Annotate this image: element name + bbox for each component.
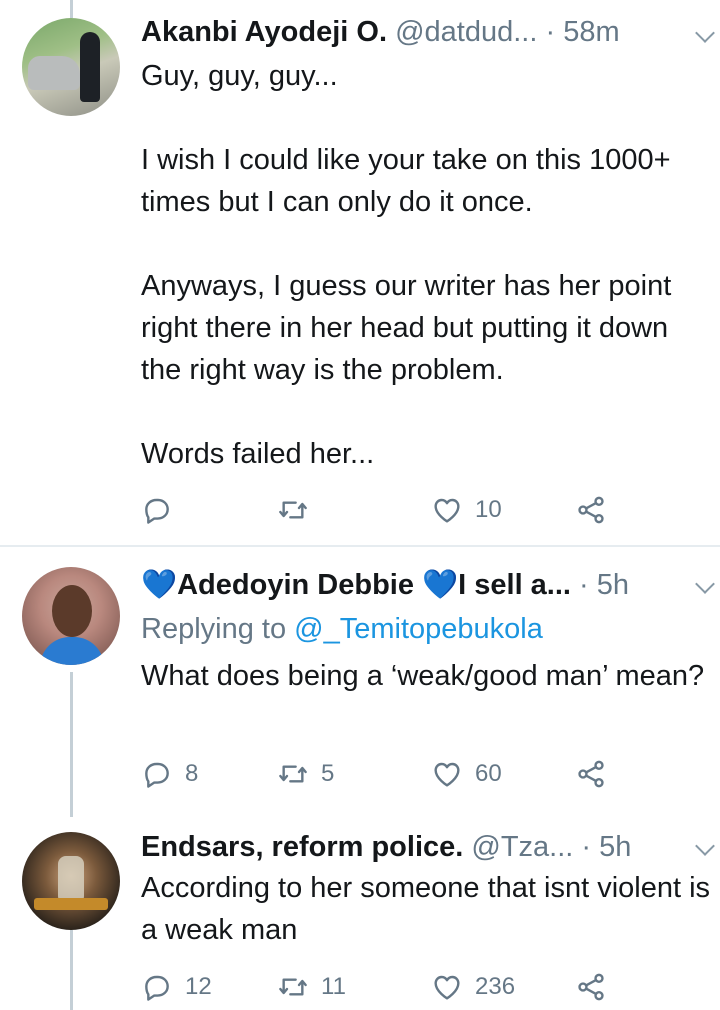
timestamp[interactable]: 5h bbox=[597, 569, 629, 601]
reply-count: 12 bbox=[185, 973, 212, 1000]
retweet-count: 11 bbox=[321, 973, 346, 1000]
display-name[interactable]: Endsars, reform police. bbox=[141, 831, 463, 863]
tweet-text: Guy, guy, guy... I wish I could like you… bbox=[141, 60, 672, 470]
tweet-text: What does being a ‘weak/good man’ mean? bbox=[141, 660, 705, 692]
like-button[interactable]: 10 bbox=[431, 490, 502, 530]
retweet-button[interactable] bbox=[277, 490, 321, 530]
heart-icon bbox=[434, 975, 460, 1000]
tweet-header: Akanbi Ayodeji O. @datdud... · 58m bbox=[141, 12, 700, 52]
display-name[interactable]: Adedoyin Debbie bbox=[177, 569, 414, 601]
display-name[interactable]: Akanbi Ayodeji O. bbox=[141, 16, 387, 48]
tweet-actions: 8 5 60 bbox=[141, 754, 611, 794]
thread-line-top bbox=[70, 0, 73, 18]
tweet-3[interactable]: Endsars, reform police. @Tza... · 5h Acc… bbox=[0, 817, 720, 1010]
timestamp[interactable]: 58m bbox=[563, 16, 619, 48]
replying-label: Replying to bbox=[141, 613, 287, 645]
share-button[interactable] bbox=[575, 967, 607, 1007]
retweet-button[interactable]: 11 bbox=[277, 967, 346, 1007]
timestamp[interactable]: 5h bbox=[599, 831, 631, 863]
thread-line bbox=[70, 672, 73, 817]
tweet-header: 💙Adedoyin Debbie 💙I sell a... · 5h bbox=[141, 565, 700, 605]
tweet-header: Endsars, reform police. @Tza... · 5h bbox=[141, 827, 700, 867]
reply-icon bbox=[145, 975, 169, 1001]
avatar[interactable] bbox=[22, 18, 120, 116]
reply-icon bbox=[145, 762, 169, 788]
reply-button[interactable]: 8 bbox=[141, 754, 198, 794]
user-handle[interactable]: @datdud... bbox=[395, 16, 537, 48]
like-count: 236 bbox=[475, 973, 516, 1000]
share-icon bbox=[578, 973, 604, 1001]
separator-dot: · bbox=[545, 16, 556, 48]
tweet-2[interactable]: 💙Adedoyin Debbie 💙I sell a... · 5h Reply… bbox=[0, 547, 720, 817]
avatar[interactable] bbox=[22, 567, 120, 665]
reply-count: 8 bbox=[185, 760, 199, 787]
share-button[interactable] bbox=[575, 490, 607, 530]
reply-button[interactable]: 12 bbox=[141, 967, 212, 1007]
blue-heart-emoji: 💙 bbox=[141, 569, 178, 601]
share-button[interactable] bbox=[575, 754, 607, 794]
tweet-actions: 10 bbox=[141, 490, 611, 530]
avatar[interactable] bbox=[22, 832, 120, 930]
share-icon bbox=[578, 496, 604, 524]
retweet-icon bbox=[279, 978, 307, 996]
like-button[interactable]: 60 bbox=[431, 754, 502, 794]
display-name-suffix[interactable]: I sell a... bbox=[458, 569, 571, 601]
separator-dot: · bbox=[579, 569, 589, 601]
user-handle[interactable]: @Tza... bbox=[471, 831, 573, 863]
retweet-icon bbox=[279, 501, 307, 519]
tweet-actions: 12 11 236 bbox=[141, 967, 611, 1007]
like-button[interactable]: 236 bbox=[431, 967, 515, 1007]
separator-dot: · bbox=[581, 831, 592, 863]
tweet-1[interactable]: Akanbi Ayodeji O. @datdud... · 58m Guy, … bbox=[0, 0, 720, 545]
mention-link[interactable]: @_Temitopebukola bbox=[294, 613, 543, 645]
replying-to: Replying to @_Temitopebukola bbox=[141, 609, 543, 649]
like-count: 10 bbox=[475, 496, 502, 523]
reply-icon bbox=[145, 498, 169, 524]
retweet-icon bbox=[279, 765, 307, 783]
retweet-button[interactable]: 5 bbox=[277, 754, 334, 794]
tweet-text: According to her someone that isnt viole… bbox=[141, 872, 711, 946]
heart-icon bbox=[434, 498, 460, 523]
reply-button[interactable] bbox=[141, 490, 185, 530]
blue-heart-emoji: 💙 bbox=[422, 569, 459, 601]
share-icon bbox=[578, 760, 604, 788]
like-count: 60 bbox=[475, 760, 502, 787]
retweet-count: 5 bbox=[321, 760, 335, 787]
heart-icon bbox=[434, 762, 460, 787]
